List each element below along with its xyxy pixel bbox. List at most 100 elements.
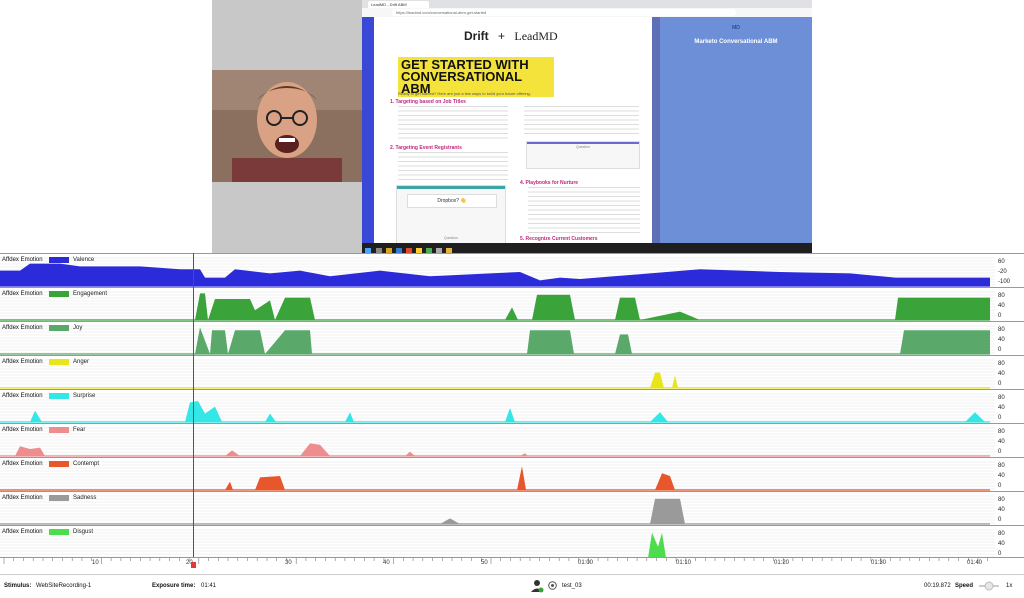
row-emotion-name: Fear	[73, 427, 86, 433]
speed-slider[interactable]	[978, 581, 1000, 591]
os-taskbar	[362, 243, 812, 253]
row-color-swatch	[49, 325, 69, 331]
y-tick-label: 80	[998, 327, 1005, 333]
document-page: Drift + LeadMD GET STARTED WITH CONVERSA…	[374, 17, 652, 245]
y-tick-label: 80	[998, 463, 1005, 469]
row-emotion-name: Engagement	[73, 291, 108, 297]
emotion-graph-joy	[0, 325, 995, 355]
question-card: Question	[526, 141, 640, 169]
timeline-label: 01:20	[774, 560, 790, 566]
row-emotion-name: Surprise	[73, 393, 96, 399]
emotion-row-fear: Affdex Emotion Fear 80 40 0	[0, 423, 1024, 458]
y-tick-label: 80	[998, 395, 1005, 401]
respondent-name[interactable]: test_03	[562, 583, 582, 589]
emotion-row-contempt: Affdex Emotion Contempt 80 40 0	[0, 457, 1024, 492]
row-color-swatch	[49, 359, 69, 365]
chat-preview-card: Dropbox? 👋 Question	[396, 185, 506, 245]
current-time: 00:19.872	[924, 583, 951, 589]
y-tick-label: -20	[998, 269, 1007, 275]
row-emotion-name: Sadness	[73, 495, 97, 501]
timeline-label: 30	[285, 560, 292, 566]
row-emotion-name: Contempt	[73, 461, 100, 467]
page-left-stripe	[362, 17, 374, 243]
emotion-row-anger: Affdex Emotion Anger 80 40 0	[0, 355, 1024, 390]
emotion-row-joy: Affdex Emotion Joy 80 40 0	[0, 321, 1024, 356]
stimulus-label: Stimulus:	[4, 583, 32, 589]
emotion-graph-disgust	[0, 529, 995, 559]
partner-logos: Drift + LeadMD	[464, 29, 558, 44]
timeline-label: 01:10	[676, 560, 692, 566]
row-color-swatch	[49, 257, 69, 263]
logo-plus: +	[498, 29, 506, 43]
browser-tab[interactable]: LeadMD - Drift ABM	[368, 1, 429, 8]
row-source-label: Affdex Emotion	[2, 529, 43, 535]
timeline-label: 01:00	[578, 560, 594, 566]
y-tick-label: 40	[998, 303, 1005, 309]
item-text-4	[528, 187, 640, 235]
row-emotion-name: Anger	[73, 359, 90, 365]
row-color-swatch	[49, 495, 69, 501]
chat-bubble: Dropbox? 👋	[407, 194, 497, 208]
card-question-label: Question	[443, 236, 458, 240]
row-color-swatch	[49, 461, 69, 467]
status-bar: Stimulus: WebSiteRecording-1 Exposure ti…	[0, 574, 1024, 598]
row-source-label: Affdex Emotion	[2, 427, 43, 433]
speed-label: Speed	[955, 583, 974, 589]
row-color-swatch	[49, 427, 69, 433]
row-source-label: Affdex Emotion	[2, 461, 43, 467]
y-tick-label: 80	[998, 429, 1005, 435]
emotion-graph-anger	[0, 359, 995, 389]
timeline-label: 40	[383, 560, 390, 566]
playhead-line[interactable]	[193, 253, 194, 573]
y-tick-label: 80	[998, 497, 1005, 503]
page-scrollbar[interactable]	[652, 17, 660, 243]
y-tick-label: 0	[998, 347, 1002, 353]
item-text-2	[398, 152, 508, 182]
emotion-row-valence: Affdex Emotion Valence 60 -20 -100	[0, 253, 1024, 288]
browser-tab-bar: LeadMD - Drift ABM	[362, 0, 812, 8]
emotion-graph-sadness	[0, 495, 995, 525]
y-tick-label: 40	[998, 541, 1005, 547]
emotion-area-fear	[0, 443, 990, 456]
side-panel: MD Marketo Conversational ABM	[660, 17, 812, 243]
webcam-image	[212, 70, 362, 182]
respondent-icon[interactable]	[548, 581, 557, 590]
y-tick-label: -100	[998, 279, 1011, 285]
item-text-1	[398, 106, 508, 142]
y-tick-label: 0	[998, 381, 1002, 387]
card-accent	[397, 186, 505, 189]
drift-logo: Drift	[464, 29, 489, 43]
y-tick-label: 80	[998, 361, 1005, 367]
y-tick-label: 40	[998, 473, 1005, 479]
timeline-label: 01:40	[967, 560, 983, 566]
speed-value: 1x	[1006, 583, 1013, 589]
playhead-marker[interactable]	[191, 562, 196, 568]
row-emotion-name: Joy	[73, 325, 83, 331]
y-tick-label: 0	[998, 313, 1002, 319]
emotion-graph-valence	[0, 257, 995, 287]
row-source-label: Affdex Emotion	[2, 359, 43, 365]
row-source-label: Affdex Emotion	[2, 257, 43, 263]
y-tick-label: 40	[998, 507, 1005, 513]
question-accent	[527, 142, 639, 144]
user-icon[interactable]	[530, 579, 544, 593]
emotion-graph-engagement	[0, 291, 995, 321]
y-tick-label: 40	[998, 439, 1005, 445]
row-source-label: Affdex Emotion	[2, 393, 43, 399]
url-input[interactable]: https://leadmd.com/conversational-abm-ge…	[392, 9, 736, 16]
side-panel-title: Marketo Conversational ABM	[694, 39, 778, 45]
timeline-axis[interactable]: 10 20 30 40 50 01:00 01:10 01:20 01:30 01:40	[0, 557, 1024, 573]
emotion-area-contempt	[0, 466, 990, 490]
y-tick-label: 0	[998, 415, 1002, 421]
y-tick-label: 0	[998, 483, 1002, 489]
row-color-swatch	[49, 291, 69, 297]
webcam-feed	[212, 70, 362, 182]
emotion-row-surprise: Affdex Emotion Surprise 80 40 0	[0, 389, 1024, 424]
row-source-label: Affdex Emotion	[2, 325, 43, 331]
timeline-label: 01:30	[871, 560, 887, 566]
emotion-row-sadness: Affdex Emotion Sadness 80 40 0	[0, 491, 1024, 526]
y-tick-label: 80	[998, 293, 1005, 299]
item-title-4: 4. Playbooks for Nurture	[520, 180, 579, 186]
side-panel-logo: MD	[732, 25, 740, 31]
emotion-row-disgust: Affdex Emotion Disgust 80 40 0	[0, 525, 1024, 560]
